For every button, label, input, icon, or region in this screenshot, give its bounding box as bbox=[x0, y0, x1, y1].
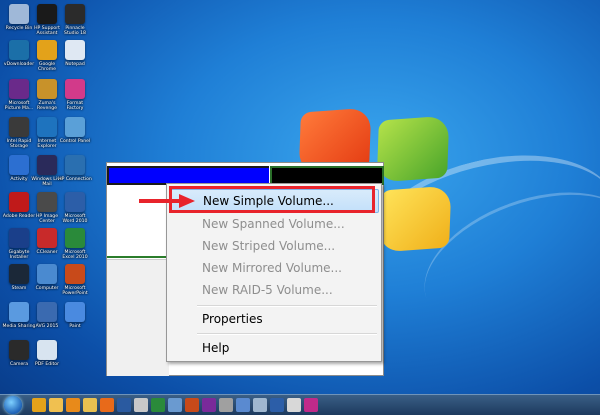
desktop-icon-image bbox=[37, 228, 57, 248]
desktop-icon-label: Notepad bbox=[65, 62, 85, 67]
disk-info-panel bbox=[107, 259, 169, 376]
desktop-icon-image bbox=[65, 192, 85, 212]
explorer-icon[interactable] bbox=[49, 398, 63, 412]
menu-separator bbox=[197, 305, 377, 307]
desktop-icon-image bbox=[65, 302, 85, 322]
desktop-icon[interactable]: Pinnacle Studio 18 bbox=[58, 4, 92, 36]
desktop-icon-image bbox=[9, 264, 29, 284]
volume-divider bbox=[107, 256, 169, 258]
menu-item-new-spanned-volume[interactable]: New Spanned Volume... bbox=[167, 213, 381, 235]
desktop-icon-label: Paint bbox=[69, 324, 81, 329]
desktop-icon-image bbox=[65, 155, 85, 175]
desktop-icon[interactable]: HP Connection bbox=[58, 155, 92, 182]
desktop-icon-image bbox=[37, 117, 57, 137]
desktop-icon-image bbox=[37, 4, 57, 24]
desktop-icon-image bbox=[37, 40, 57, 60]
logo-green-pane bbox=[376, 115, 450, 183]
taskbar bbox=[0, 394, 600, 415]
video-icon[interactable] bbox=[117, 398, 131, 412]
desktop-icon-image bbox=[65, 40, 85, 60]
menu-item-label: New Spanned Volume... bbox=[202, 217, 345, 231]
menu-item-label: Properties bbox=[202, 312, 263, 326]
menu-item-new-striped-volume[interactable]: New Striped Volume... bbox=[167, 235, 381, 257]
pointer-arrow-icon bbox=[139, 194, 195, 208]
desktop-icon-image bbox=[9, 192, 29, 212]
chrome-icon[interactable] bbox=[32, 398, 46, 412]
media-icon[interactable] bbox=[287, 398, 301, 412]
desktop-icon-image bbox=[9, 302, 29, 322]
menu-item-new-mirrored-volume[interactable]: New Mirrored Volume... bbox=[167, 257, 381, 279]
desktop-icon[interactable]: Control Panel bbox=[58, 117, 92, 144]
desktop-icon-image bbox=[9, 117, 29, 137]
tool-icon[interactable] bbox=[253, 398, 267, 412]
app-icon[interactable] bbox=[134, 398, 148, 412]
desktop-icon-label: Microsoft PowerPoint bbox=[62, 286, 88, 296]
desktop-icon-image bbox=[37, 340, 57, 360]
network-icon[interactable] bbox=[219, 398, 233, 412]
desktop-icon[interactable]: PDF Editor bbox=[30, 340, 64, 367]
desktop-icon-label: Microsoft Excel 2010 bbox=[62, 250, 88, 260]
desktop-icon[interactable]: Microsoft PowerPoint bbox=[58, 264, 92, 296]
desktop-icon-image bbox=[65, 264, 85, 284]
desktop-icon-image bbox=[37, 79, 57, 99]
onenote-icon[interactable] bbox=[202, 398, 216, 412]
menu-item-new-raid5-volume[interactable]: New RAID-5 Volume... bbox=[167, 279, 381, 301]
desktop-icon-image bbox=[65, 4, 85, 24]
desktop-icon-label: Pinnacle Studio 18 bbox=[64, 26, 86, 36]
desktop-icon-label: Microsoft Word 2010 bbox=[62, 214, 88, 224]
media-player-icon[interactable] bbox=[66, 398, 80, 412]
desktop-icon[interactable]: Paint bbox=[58, 302, 92, 329]
desktop-icon[interactable]: Microsoft Word 2010 bbox=[58, 192, 92, 224]
desktop-icon-image bbox=[9, 340, 29, 360]
desktop-icon-image bbox=[37, 192, 57, 212]
menu-item-help[interactable]: Help bbox=[167, 337, 381, 359]
menu-item-label: New RAID-5 Volume... bbox=[202, 283, 333, 297]
photo-icon[interactable] bbox=[236, 398, 250, 412]
menu-item-properties[interactable]: Properties bbox=[167, 308, 381, 330]
highlight-box bbox=[169, 186, 375, 213]
folder-icon[interactable] bbox=[83, 398, 97, 412]
start-button[interactable] bbox=[4, 396, 22, 414]
menu-separator bbox=[197, 333, 377, 335]
menu-item-label: New Striped Volume... bbox=[202, 239, 336, 253]
desktop-icon[interactable]: Microsoft Excel 2010 bbox=[58, 228, 92, 260]
logo-yellow-pane bbox=[378, 185, 452, 253]
image-icon[interactable] bbox=[168, 398, 182, 412]
desktop-icon-image bbox=[9, 40, 29, 60]
powerpoint-icon[interactable] bbox=[185, 398, 199, 412]
menu-item-label: New Mirrored Volume... bbox=[202, 261, 342, 275]
desktop-icon[interactable]: Format Factory bbox=[58, 79, 92, 111]
desktop-icon-image bbox=[9, 79, 29, 99]
desktop-icon-image bbox=[9, 155, 29, 175]
desktop-icon-label: HP Connection bbox=[58, 177, 92, 182]
desktop-icon-image bbox=[37, 155, 57, 175]
menu-item-label: Help bbox=[202, 341, 230, 355]
desktop-icon-label: PDF Editor bbox=[34, 362, 59, 367]
desktop-icon-image bbox=[9, 4, 29, 24]
excel-icon[interactable] bbox=[151, 398, 165, 412]
desktop-icon-image bbox=[65, 228, 85, 248]
desktop-icon-label: Format Factory bbox=[66, 101, 84, 111]
desktop-icon-image bbox=[65, 117, 85, 137]
desktop-icon[interactable]: Notepad bbox=[58, 40, 92, 67]
pinnacle-icon[interactable] bbox=[304, 398, 318, 412]
desktop-icon-label: Control Panel bbox=[59, 139, 91, 144]
word-icon[interactable] bbox=[270, 398, 284, 412]
desktop-icon-image bbox=[9, 228, 29, 248]
desktop-icon-image bbox=[37, 302, 57, 322]
desktop-icon-image bbox=[65, 79, 85, 99]
firefox-icon[interactable] bbox=[100, 398, 114, 412]
desktop-icon-image bbox=[37, 264, 57, 284]
